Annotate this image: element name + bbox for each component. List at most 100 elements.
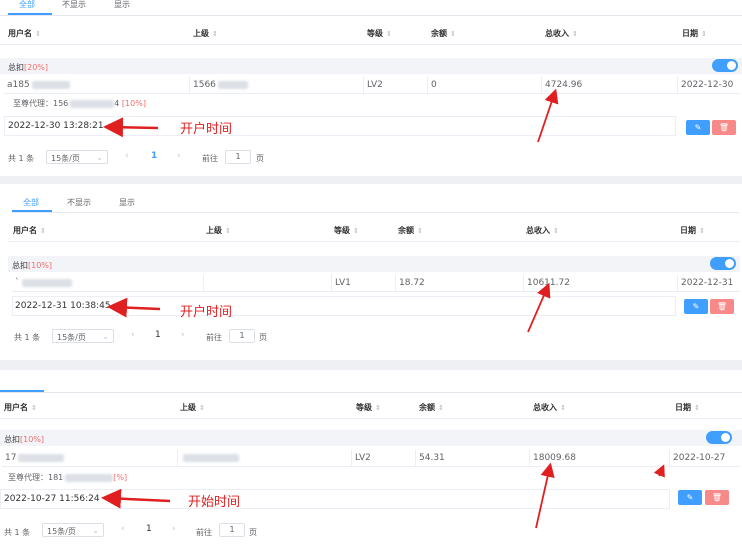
next-page-icon[interactable]: › xyxy=(181,330,185,340)
section-divider xyxy=(0,360,742,370)
col-balance[interactable]: 余额 ⇕ xyxy=(419,402,444,413)
delete-button[interactable]: 🗑 xyxy=(712,120,736,135)
sort-icon: ⇕ xyxy=(417,227,423,235)
col-balance[interactable]: 余额 ⇕ xyxy=(431,28,456,39)
goto-page-input[interactable]: 1 xyxy=(229,329,255,343)
col-username[interactable]: 用户名 ⇕ xyxy=(4,402,37,413)
cell-level: LV2 xyxy=(364,77,428,94)
col-date[interactable]: 日期 ⇕ xyxy=(682,28,707,39)
goto-label: 前往 xyxy=(206,333,222,342)
cell-username: ` xyxy=(12,275,204,292)
goto-label: 前往 xyxy=(202,154,218,163)
table-row: 17 LV2 54.31 18009.68 2022-10-27 xyxy=(0,450,742,467)
pager-total: 共 1 条 xyxy=(8,154,35,163)
toggle-knob xyxy=(727,61,736,70)
page-size-select[interactable]: 15条/页 ⌄ xyxy=(42,523,104,537)
col-total-income[interactable]: 总收入 ⇕ xyxy=(526,225,559,236)
display-toggle[interactable] xyxy=(706,431,732,444)
sort-icon: ⇕ xyxy=(375,404,381,412)
col-username[interactable]: 用户名 ⇕ xyxy=(8,28,41,39)
table-row: ` LV1 18.72 10611.72 2022-12-31 xyxy=(0,275,742,292)
deduct-label: 总扣[10%] xyxy=(12,261,53,270)
time-box xyxy=(12,296,676,316)
tab-shown[interactable]: 显示 xyxy=(119,197,135,208)
sort-icon: ⇕ xyxy=(199,404,205,412)
sort-icon: ⇕ xyxy=(212,30,218,38)
delete-icon: 🗑 xyxy=(711,493,723,502)
page-unit-label: 页 xyxy=(249,528,257,537)
panel-3: 用户名 ⇕ 上级 ⇕ 等级 ⇕ 余额 ⇕ 总收入 ⇕ 日期 ⇕ 总扣[10%] 17 LV2… xyxy=(0,370,742,549)
display-toggle[interactable] xyxy=(710,257,736,270)
edit-icon: ✎ xyxy=(686,493,694,502)
tabbar-divider xyxy=(0,392,742,393)
col-superior[interactable]: 上级 ⇕ xyxy=(180,402,205,413)
page-number[interactable]: 1 xyxy=(155,330,161,340)
open-time: 2022-12-30 13:28:21 xyxy=(8,121,104,131)
sort-icon: ⇕ xyxy=(353,227,359,235)
delete-button[interactable]: 🗑 xyxy=(705,490,729,505)
pager-total: 共 1 条 xyxy=(14,333,41,342)
page-number[interactable]: 1 xyxy=(151,151,157,161)
time-box xyxy=(0,489,670,509)
group-row: 总扣[10%] xyxy=(0,430,742,446)
sort-icon: ⇕ xyxy=(438,404,444,412)
col-date[interactable]: 日期 ⇕ xyxy=(680,225,705,236)
col-superior[interactable]: 上级 ⇕ xyxy=(206,225,231,236)
cell-level: LV1 xyxy=(332,275,396,292)
chevron-down-icon: ⌄ xyxy=(102,332,109,341)
col-total-income[interactable]: 总收入 ⇕ xyxy=(533,402,566,413)
tab-all[interactable]: 全部 xyxy=(23,197,39,208)
goto-label: 前往 xyxy=(196,528,212,537)
prev-page-icon[interactable]: ‹ xyxy=(131,330,135,340)
tab-hidden[interactable]: 不显示 xyxy=(62,0,86,10)
table-header: 用户名 ⇕ 上级 ⇕ 等级 ⇕ 余额 ⇕ 总收入 ⇕ 日期 ⇕ xyxy=(0,396,742,419)
cell-username: a185 xyxy=(4,77,190,94)
sort-icon: ⇕ xyxy=(560,404,566,412)
sort-icon: ⇕ xyxy=(450,30,456,38)
toggle-knob xyxy=(725,259,734,268)
col-balance[interactable]: 余额 ⇕ xyxy=(398,225,423,236)
page-number[interactable]: 1 xyxy=(146,524,152,534)
delete-icon: 🗑 xyxy=(716,302,728,311)
cell-total-income: 10611.72 xyxy=(524,275,678,292)
col-date[interactable]: 日期 ⇕ xyxy=(675,402,700,413)
group-row: 总扣[10%] xyxy=(8,256,740,272)
edit-button[interactable]: ✎ xyxy=(684,299,708,314)
edit-button[interactable]: ✎ xyxy=(678,490,702,505)
col-superior[interactable]: 上级 ⇕ xyxy=(193,28,218,39)
redacted-blur xyxy=(183,453,239,462)
cell-total-income: 4724.96 xyxy=(542,77,678,94)
tab-hidden[interactable]: 不显示 xyxy=(67,197,91,208)
cell-superior xyxy=(204,275,332,292)
next-page-icon[interactable]: › xyxy=(172,524,176,534)
edit-icon: ✎ xyxy=(694,123,702,132)
sort-icon: ⇕ xyxy=(553,227,559,235)
prev-page-icon[interactable]: ‹ xyxy=(121,524,125,534)
edit-button[interactable]: ✎ xyxy=(686,120,710,135)
display-toggle[interactable] xyxy=(712,59,738,72)
chevron-down-icon: ⌄ xyxy=(92,526,99,535)
tabbar-divider xyxy=(12,212,738,213)
prev-page-icon[interactable]: ‹ xyxy=(125,151,129,161)
delete-button[interactable]: 🗑 xyxy=(710,299,734,314)
sort-icon: ⇕ xyxy=(701,30,707,38)
section-divider xyxy=(0,176,742,184)
tab-shown[interactable]: 显示 xyxy=(114,0,130,10)
cell-superior xyxy=(178,450,352,467)
table-header: 用户名 ⇕ 上级 ⇕ 等级 ⇕ 余额 ⇕ 总收入 ⇕ 日期 ⇕ xyxy=(8,219,740,242)
goto-page-input[interactable]: 1 xyxy=(219,523,245,537)
col-username[interactable]: 用户名 ⇕ xyxy=(13,225,46,236)
page-size-select[interactable]: 15条/页 ⌄ xyxy=(52,329,114,343)
page-size-select[interactable]: 15条/页 ⌄ xyxy=(46,150,108,164)
open-time: 2022-12-31 10:38:45 xyxy=(15,301,111,311)
next-page-icon[interactable]: › xyxy=(177,151,181,161)
tab-all[interactable]: 全部 xyxy=(19,0,35,10)
page-unit-label: 页 xyxy=(256,154,264,163)
col-level[interactable]: 等级 ⇕ xyxy=(356,402,381,413)
col-total-income[interactable]: 总收入 ⇕ xyxy=(545,28,578,39)
table-row: a185 1566 LV2 0 4724.96 2022-12-30 xyxy=(0,77,742,94)
col-level[interactable]: 等级 ⇕ xyxy=(334,225,359,236)
goto-page-input[interactable]: 1 xyxy=(225,150,251,164)
col-level[interactable]: 等级 ⇕ xyxy=(367,28,392,39)
table-header: 用户名 ⇕ 上级 ⇕ 等级 ⇕ 余额 ⇕ 总收入 ⇕ 日期 ⇕ xyxy=(0,22,742,45)
